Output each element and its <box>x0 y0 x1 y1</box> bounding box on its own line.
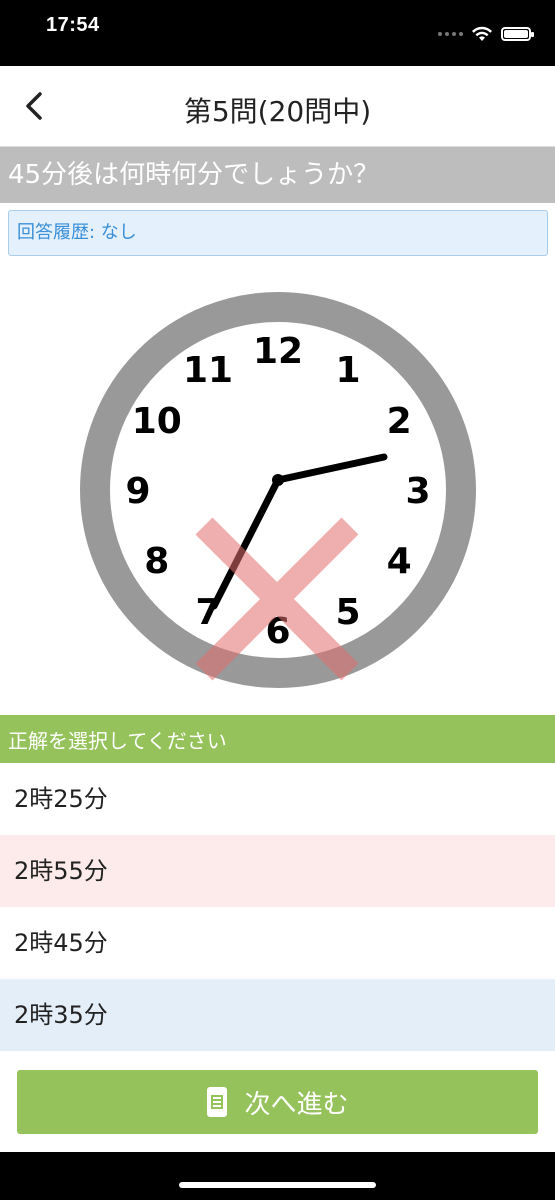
clock-number: 9 <box>125 471 150 512</box>
option-item[interactable]: 2時55分 <box>0 835 555 907</box>
option-item[interactable]: 2時35分 <box>0 979 555 1051</box>
battery-icon <box>501 27 534 41</box>
navigation-bar: 第5問(20問中) <box>0 66 555 147</box>
page-title: 第5問(20問中) <box>183 95 372 128</box>
status-time: 17:54 <box>46 14 100 36</box>
clock-center <box>272 474 284 486</box>
status-bar: 17:54 <box>0 0 555 66</box>
answer-options: 2時25分 2時55分 2時45分 2時35分 <box>0 763 555 1051</box>
next-button[interactable]: 次へ進む <box>17 1070 538 1134</box>
question-text: 45分後は何時何分でしょうか？ <box>0 147 555 203</box>
clock: 12 1 2 3 4 5 6 7 8 9 10 11 <box>78 290 478 690</box>
clock-number: 11 <box>183 350 233 391</box>
status-icons <box>438 26 534 42</box>
next-button-label: 次へ進む <box>244 1089 349 1120</box>
clock-number: 1 <box>335 350 360 391</box>
clock-number: 8 <box>144 541 169 582</box>
answer-history: 回答履歴: なし <box>8 210 548 256</box>
clock-number: 3 <box>405 471 430 512</box>
wifi-icon <box>472 26 492 41</box>
signal-icon <box>438 32 463 36</box>
option-item[interactable]: 2時45分 <box>0 907 555 979</box>
next-page-icon <box>207 1087 228 1117</box>
select-instruction: 正解を選択してください <box>0 715 555 763</box>
clock-number: 4 <box>387 541 412 582</box>
clock-number: 5 <box>335 592 360 633</box>
clock-face: 12 1234567891011 <box>80 292 476 688</box>
clock-number: 10 <box>132 401 182 442</box>
clock-number: 2 <box>387 401 412 442</box>
option-item[interactable]: 2時25分 <box>0 763 555 835</box>
home-indicator[interactable] <box>179 1182 376 1188</box>
clock-number: 12 <box>253 331 303 372</box>
home-bar <box>0 1152 555 1200</box>
